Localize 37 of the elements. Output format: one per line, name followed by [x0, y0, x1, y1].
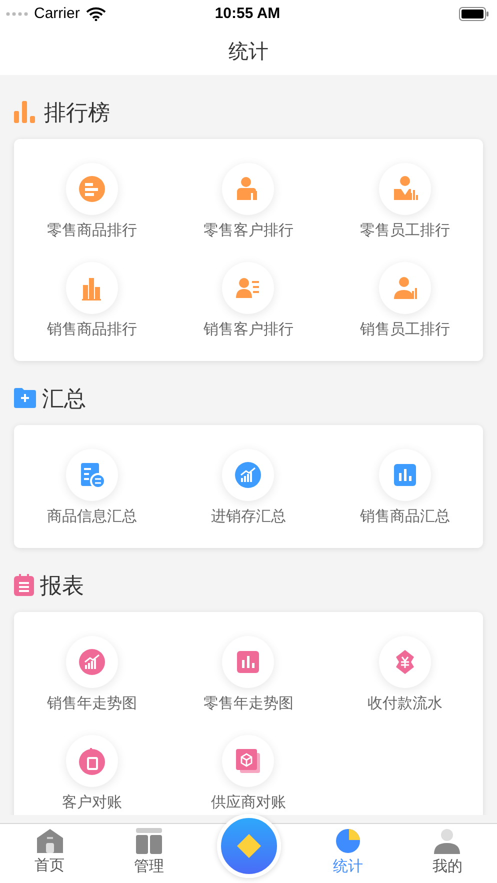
notepad-icon	[14, 574, 34, 596]
wifi-icon	[86, 7, 106, 21]
status-time: 10:55 AM	[214, 4, 280, 24]
section-title: 报表	[40, 572, 84, 600]
diamond-icon	[236, 833, 262, 859]
trend-chart-icon	[233, 460, 264, 490]
menu-item[interactable]: 销售年走势图	[14, 636, 170, 735]
layout-icon	[136, 828, 162, 854]
signal-icon	[6, 12, 28, 16]
menu-item[interactable]: 销售商品汇总	[326, 449, 483, 548]
menu-item[interactable]: 零售商品排行	[14, 163, 170, 262]
tab-item[interactable]: 我的	[398, 824, 497, 883]
pie-chart-icon	[334, 828, 361, 854]
tab-item[interactable]: 统计	[298, 824, 398, 883]
menu-item[interactable]: 零售年走势图	[170, 636, 327, 735]
menu-item[interactable]: 销售商品排行	[14, 262, 170, 361]
document-icon	[77, 746, 108, 776]
menu-item[interactable]: 销售员工排行	[326, 262, 483, 361]
tab-item[interactable]: 管理	[99, 824, 199, 883]
menu-item[interactable]: 商品信息汇总	[14, 449, 170, 548]
user-icon	[434, 828, 460, 854]
menu-item[interactable]: 进销存汇总	[170, 449, 327, 548]
menu-item[interactable]: 收付款流水	[326, 636, 483, 735]
bar-chart-icon	[14, 101, 38, 123]
menu-item[interactable]: 零售员工排行	[326, 163, 483, 262]
menu-item[interactable]: 零售客户排行	[170, 163, 327, 262]
home-icon	[36, 829, 63, 854]
carrier-name: Carrier	[34, 4, 80, 24]
menu-item[interactable]: 销售客户排行	[170, 262, 327, 361]
battery-icon	[459, 7, 489, 21]
section-title: 排行榜	[44, 98, 110, 126]
list-icon	[77, 174, 108, 204]
folder-plus-icon	[14, 388, 36, 408]
tab-item[interactable]: 首页	[0, 824, 100, 883]
trend-chart-icon	[77, 647, 108, 677]
section-title: 汇总	[42, 384, 86, 412]
page-title: 统计	[228, 40, 268, 64]
